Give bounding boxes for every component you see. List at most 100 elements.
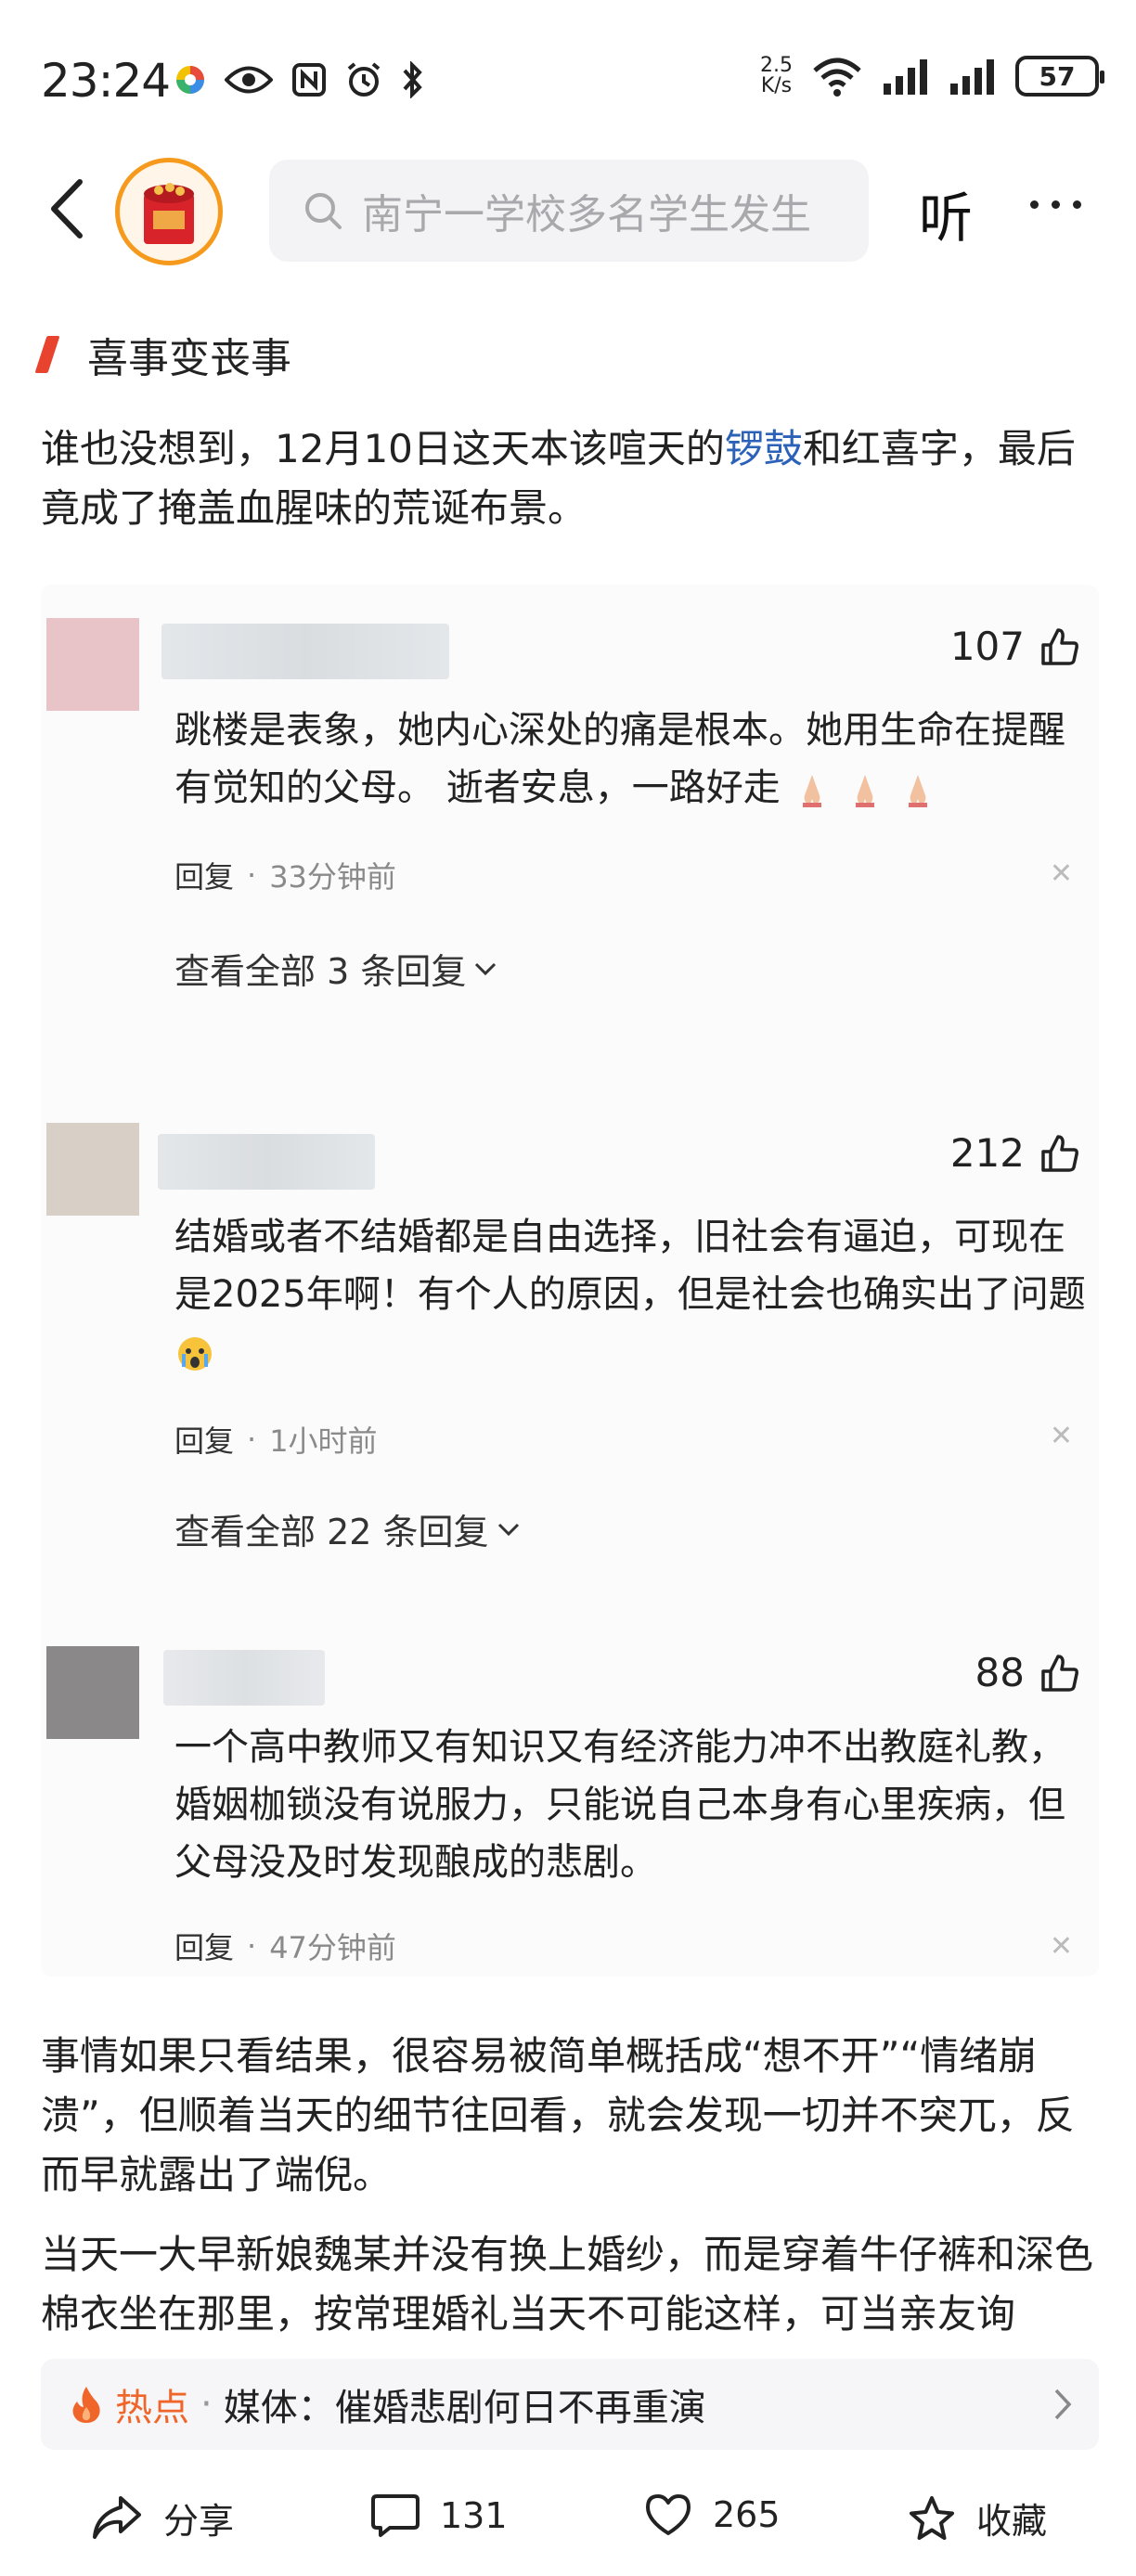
bottom-action-bar: 分享 131 265 收藏: [0, 2465, 1136, 2576]
wifi-icon: [813, 58, 861, 97]
meta-dot: ·: [247, 857, 257, 893]
view-replies-label: 查看全部 22 条回复: [174, 1512, 489, 1552]
view-replies-link[interactable]: 查看全部 3 条回复: [174, 943, 497, 994]
red-gift-box-icon: [144, 183, 194, 244]
crying-face-emoji-icon: [178, 1337, 212, 1371]
like-count[interactable]: 212: [950, 1130, 1080, 1176]
hot-dot: ·: [200, 2383, 213, 2426]
comment-count: 131: [440, 2495, 508, 2536]
commenter-name-blurred: [163, 1650, 325, 1706]
hot-headline: 媒体：催婚悲剧何日不再重演: [223, 2387, 706, 2429]
view-replies-label: 查看全部 3 条回复: [174, 951, 467, 992]
comment-text-content: 结婚或者不结婚都是自由选择，旧社会有逼迫，可现在是2025年啊！有个人的原因，但…: [174, 1216, 1086, 1316]
more-dot-icon: [1073, 200, 1081, 209]
view-replies-link[interactable]: 查看全部 22 条回复: [174, 1503, 521, 1554]
chevron-right-icon: [1054, 2389, 1072, 2420]
more-dot-icon: [1030, 200, 1039, 209]
comment-text: 一个高中教师又有知识又有经济能力冲不出教庭礼教，婚姻枷锁没有说服力，只能说自己本…: [174, 1726, 1065, 1884]
comment-time: 47分钟前: [269, 1930, 396, 1965]
signal-icon-2: [950, 59, 994, 95]
hot-label: 热点: [115, 2387, 189, 2429]
like-count[interactable]: 88: [975, 1650, 1080, 1695]
comment-time: 1小时前: [269, 1423, 378, 1459]
close-icon[interactable]: ✕: [1050, 1420, 1073, 1452]
status-time: 23:24: [41, 54, 171, 108]
section-marker: [34, 336, 60, 373]
para1-text: 谁也没想到，12月10日这天本该喧天的: [41, 426, 725, 471]
like-total: 265: [713, 2494, 781, 2535]
search-icon: [305, 193, 342, 229]
star-icon: [910, 2495, 954, 2540]
commenter-avatar: [46, 618, 139, 711]
nfc-icon: [292, 63, 326, 97]
status-bar: 23:24 2.5 K/s 57: [0, 0, 1136, 148]
reply-button[interactable]: 回复: [174, 854, 234, 896]
hot-topic-bar[interactable]: 热点 · 媒体：催婚悲剧何日不再重演: [41, 2359, 1099, 2450]
comment-time: 33分钟前: [269, 859, 396, 895]
keyword-link[interactable]: 锣鼓: [725, 426, 803, 471]
comment-screenshot: 107 跳楼是表象，她内心深处的痛是根本。她用生命在提醒有觉知的父母。 逝者安息…: [41, 585, 1099, 1977]
meta-dot: ·: [247, 1928, 257, 1964]
author-avatar[interactable]: [115, 158, 223, 265]
article-paragraph-2: 事情如果只看结果，很容易被简单概括成“想不开”“情绪崩溃”，但顺着当天的细节往回…: [41, 2033, 1075, 2197]
thumbs-up-icon: [1041, 1134, 1078, 1172]
status-left-icons: [174, 61, 425, 98]
comment-meta: 回复 · 1小时前: [174, 1418, 378, 1461]
listen-button[interactable]: 听: [919, 174, 973, 252]
app-color-icon: [176, 66, 204, 94]
comment-text: 跳楼是表象，她内心深处的痛是根本。她用生命在提醒有觉知的父母。 逝者安息，一路好…: [174, 702, 1093, 817]
chevron-down-icon: [497, 1523, 519, 1536]
heart-icon: [646, 2494, 691, 2535]
commenter-name-blurred: [161, 624, 449, 679]
back-button[interactable]: [41, 176, 97, 241]
close-icon[interactable]: ✕: [1050, 1930, 1073, 1963]
net-speed-unit: K/s: [760, 74, 793, 97]
battery-indicator: 57: [1015, 56, 1104, 97]
comment-button[interactable]: 131: [371, 2492, 508, 2539]
more-button[interactable]: [1030, 186, 1095, 223]
like-count-value: 212: [949, 1130, 1025, 1176]
section-title: 喜事变丧事: [87, 335, 291, 382]
chevron-down-icon: [475, 962, 497, 975]
bluetooth-icon: [403, 61, 422, 98]
commenter-avatar: [46, 1646, 139, 1739]
like-count-value: 88: [975, 1650, 1025, 1695]
comment-meta: 回复 · 33分钟前: [174, 854, 396, 896]
more-dot-icon: [1052, 200, 1060, 209]
like-button[interactable]: 265: [644, 2492, 781, 2537]
commenter-name-blurred: [158, 1134, 375, 1190]
share-button[interactable]: 分享: [91, 2492, 234, 2544]
net-speed: 2.5 K/s: [760, 56, 793, 97]
close-icon[interactable]: ✕: [1050, 857, 1073, 890]
signal-icon-1: [884, 59, 927, 95]
like-count[interactable]: 107: [950, 624, 1080, 669]
flame-icon: [72, 2387, 100, 2423]
commenter-avatar: [46, 1123, 139, 1216]
thumbs-up-icon: [1041, 627, 1078, 665]
article-paragraph-1: 谁也没想到，12月10日这天本该喧天的锣鼓和红喜字，最后竟成了掩盖血腥味的荒诞布…: [41, 419, 1099, 538]
section-header: 喜事变丧事: [34, 325, 291, 384]
top-nav: 南宁一学校多名学生发生 听: [0, 148, 1136, 269]
pray-emoji-icon: [856, 775, 875, 807]
back-arrow-icon: [51, 179, 83, 238]
like-count-value: 107: [949, 624, 1025, 669]
net-speed-value: 2.5: [760, 54, 793, 77]
search-box[interactable]: 南宁一学校多名学生发生: [269, 160, 869, 262]
pray-emoji-icon: [908, 775, 927, 807]
reply-button[interactable]: 回复: [174, 1418, 234, 1461]
reply-button[interactable]: 回复: [174, 1925, 234, 1967]
comment-text: 结婚或者不结婚都是自由选择，旧社会有逼迫，可现在是2025年啊！有个人的原因，但…: [174, 1208, 1093, 1381]
alarm-icon: [347, 62, 381, 97]
share-label: 分享: [163, 2501, 235, 2542]
share-icon: [93, 2495, 141, 2539]
article-paragraph-3: 当天一大早新娘魏某并没有换上婚纱，而是穿着牛仔裤和深色棉衣坐在那里，按常理婚礼当…: [41, 2232, 1094, 2337]
comment-meta: 回复 · 47分钟前: [174, 1925, 396, 1967]
favorite-label: 收藏: [976, 2501, 1048, 2542]
thumbs-up-icon: [1041, 1654, 1078, 1692]
pray-emoji-icon: [803, 775, 822, 807]
status-right-icons: 2.5 K/s 57: [760, 56, 1104, 97]
favorite-button[interactable]: 收藏: [908, 2492, 1047, 2544]
eye-icon: [225, 66, 273, 94]
comment-icon: [371, 2494, 420, 2537]
meta-dot: ·: [247, 1422, 257, 1457]
